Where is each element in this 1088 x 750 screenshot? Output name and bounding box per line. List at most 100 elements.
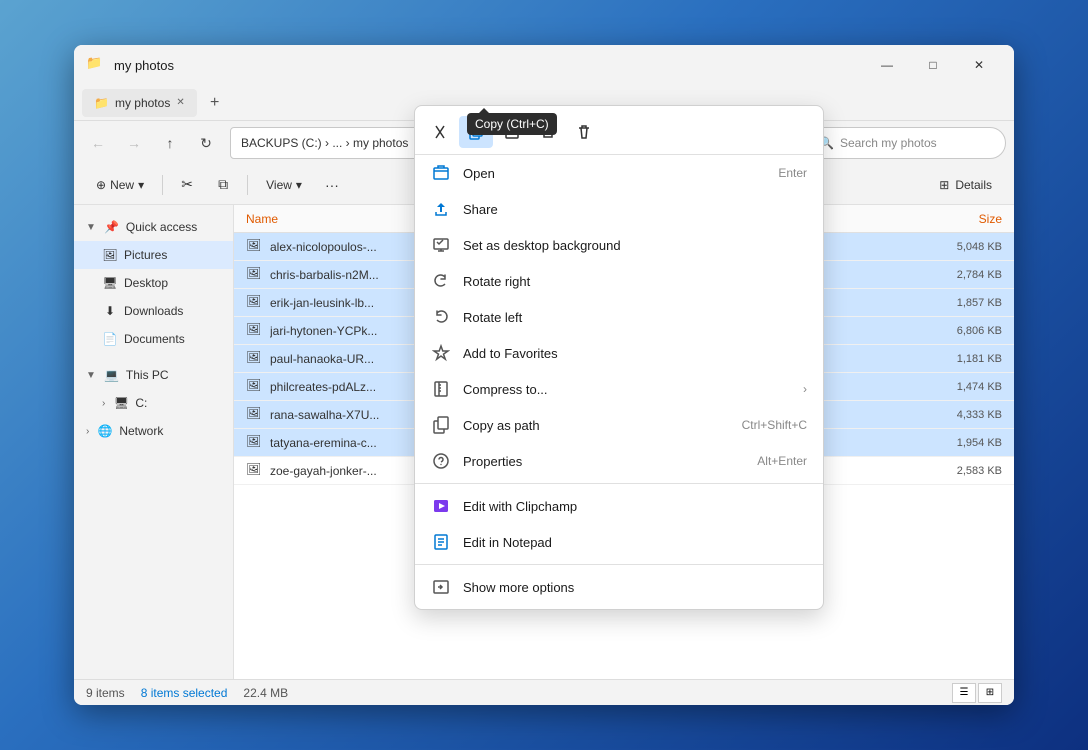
folder-icon: 📁: [86, 55, 106, 75]
new-dropdown-icon: ▾: [138, 178, 144, 192]
file-icon: 🖼: [246, 238, 264, 256]
sidebar-item-documents[interactable]: 📄 Documents: [74, 325, 233, 353]
back-button[interactable]: ←: [82, 127, 114, 159]
search-box[interactable]: 🔍 Search my photos: [806, 127, 1006, 159]
minimize-button[interactable]: —: [864, 49, 910, 81]
sidebar-item-pictures[interactable]: 🖼 Pictures: [74, 241, 233, 269]
ctx-rotate-left-label: Rotate left: [463, 310, 807, 325]
ctx-set-desktop[interactable]: Set as desktop background: [415, 227, 823, 263]
view-button[interactable]: View ▾: [256, 170, 312, 200]
grid-view-button[interactable]: ⊞: [978, 683, 1002, 703]
ctx-clipchamp-label: Edit with Clipchamp: [463, 499, 807, 514]
tab-my-photos[interactable]: 📁 my photos ✕: [82, 89, 197, 117]
network-icon: 🌐: [97, 423, 113, 439]
sidebar-item-network[interactable]: › 🌐 Network: [74, 417, 233, 445]
cut-button[interactable]: ✂: [171, 169, 203, 201]
new-plus-icon: ⊕: [96, 178, 106, 192]
list-view-button[interactable]: ☰: [952, 683, 976, 703]
ctx-add-favorites[interactable]: Add to Favorites: [415, 335, 823, 371]
ctx-properties[interactable]: Properties Alt+Enter: [415, 443, 823, 479]
view-buttons: ☰ ⊞: [952, 683, 1002, 703]
tab-icon: 📁: [94, 96, 109, 110]
drive-icon: 🖥: [113, 395, 129, 411]
refresh-button[interactable]: ↻: [190, 127, 222, 159]
sidebar-label: C:: [135, 396, 147, 410]
ctx-notepad[interactable]: Edit in Notepad: [415, 524, 823, 560]
forward-button[interactable]: →: [118, 127, 150, 159]
ctx-compress-icon: [431, 379, 451, 399]
ctx-more-icon: [431, 577, 451, 597]
ctx-desktop-label: Set as desktop background: [463, 238, 807, 253]
sidebar-label: This PC: [126, 368, 169, 382]
sidebar-label: Downloads: [124, 304, 183, 318]
file-icon: 🖼: [246, 378, 264, 396]
ctx-clipchamp-icon: [431, 496, 451, 516]
file-icon: 🖼: [246, 406, 264, 424]
tab-close-button[interactable]: ✕: [176, 97, 184, 108]
file-size: 4,333 KB: [902, 409, 1002, 421]
ctx-compress-label: Compress to...: [463, 382, 791, 397]
sidebar-item-drive[interactable]: › 🖥 C:: [74, 389, 233, 417]
desktop-icon: 🖥: [102, 275, 118, 291]
ctx-clipchamp[interactable]: Edit with Clipchamp: [415, 488, 823, 524]
downloads-icon: ⬇: [102, 303, 118, 319]
file-icon: 🖼: [246, 266, 264, 284]
ctx-cut-button[interactable]: [423, 116, 457, 148]
ctx-notepad-label: Edit in Notepad: [463, 535, 807, 550]
ctx-favorites-icon: [431, 343, 451, 363]
toolbar-divider-1: [162, 175, 163, 195]
ctx-open[interactable]: Open Enter: [415, 155, 823, 191]
details-button[interactable]: ⊞ Details: [929, 170, 1002, 200]
new-tab-button[interactable]: +: [201, 89, 229, 117]
ctx-compress[interactable]: Compress to... ›: [415, 371, 823, 407]
ctx-rotate-right-icon: [431, 271, 451, 291]
file-size: 1,474 KB: [902, 381, 1002, 393]
toolbar-divider-2: [247, 175, 248, 195]
quick-access-icon: 📌: [104, 219, 120, 235]
sidebar-item-downloads[interactable]: ⬇ Downloads: [74, 297, 233, 325]
selected-size: 22.4 MB: [243, 686, 288, 700]
file-icon: 🖼: [246, 322, 264, 340]
context-menu: A: [414, 105, 824, 610]
sidebar-item-desktop[interactable]: 🖥 Desktop: [74, 269, 233, 297]
expand-icon: ›: [86, 426, 89, 437]
maximize-button[interactable]: □: [910, 49, 956, 81]
file-size: 2,784 KB: [902, 269, 1002, 281]
sidebar-label: Documents: [124, 332, 185, 346]
ctx-copy-path-label: Copy as path: [463, 418, 730, 433]
sidebar-label: Quick access: [126, 220, 197, 234]
expand-icon: ▼: [86, 222, 96, 233]
ctx-share-label: Share: [463, 202, 807, 217]
ctx-share-icon: [431, 199, 451, 219]
file-size: 6,806 KB: [902, 325, 1002, 337]
ctx-copy-path[interactable]: Copy as path Ctrl+Shift+C: [415, 407, 823, 443]
details-icon: ⊞: [939, 178, 949, 192]
close-button[interactable]: ✕: [956, 49, 1002, 81]
new-label: New: [110, 178, 134, 192]
more-button[interactable]: ···: [316, 169, 348, 201]
copy-button[interactable]: ⧉: [207, 169, 239, 201]
new-button[interactable]: ⊕ New ▾: [86, 170, 154, 200]
ctx-share-button[interactable]: [531, 116, 565, 148]
sidebar-item-this-pc[interactable]: ▼ 💻 This PC: [74, 361, 233, 389]
ctx-open-icon: [431, 163, 451, 183]
explorer-window: 📁 my photos — □ ✕ 📁 my photos ✕ + ← → ↑ …: [74, 45, 1014, 705]
file-icon: 🖼: [246, 294, 264, 312]
tab-label: my photos: [115, 96, 170, 110]
file-size: 2,583 KB: [902, 465, 1002, 477]
sidebar-item-quick-access[interactable]: ▼ 📌 Quick access: [74, 213, 233, 241]
ctx-delete-button[interactable]: [567, 116, 601, 148]
up-button[interactable]: ↑: [154, 127, 186, 159]
ctx-desktop-icon: [431, 235, 451, 255]
ctx-rename-button[interactable]: A: [495, 116, 529, 148]
ctx-copy-button[interactable]: [459, 116, 493, 148]
ctx-rotate-left[interactable]: Rotate left: [415, 299, 823, 335]
view-dropdown-icon: ▾: [296, 178, 302, 192]
expand-icon: ▼: [86, 370, 96, 381]
ctx-open-label: Open: [463, 166, 766, 181]
ctx-rotate-right[interactable]: Rotate right: [415, 263, 823, 299]
ctx-share[interactable]: Share: [415, 191, 823, 227]
sidebar-label: Desktop: [124, 276, 168, 290]
ctx-more-options[interactable]: Show more options: [415, 569, 823, 605]
ctx-rotate-right-label: Rotate right: [463, 274, 807, 289]
